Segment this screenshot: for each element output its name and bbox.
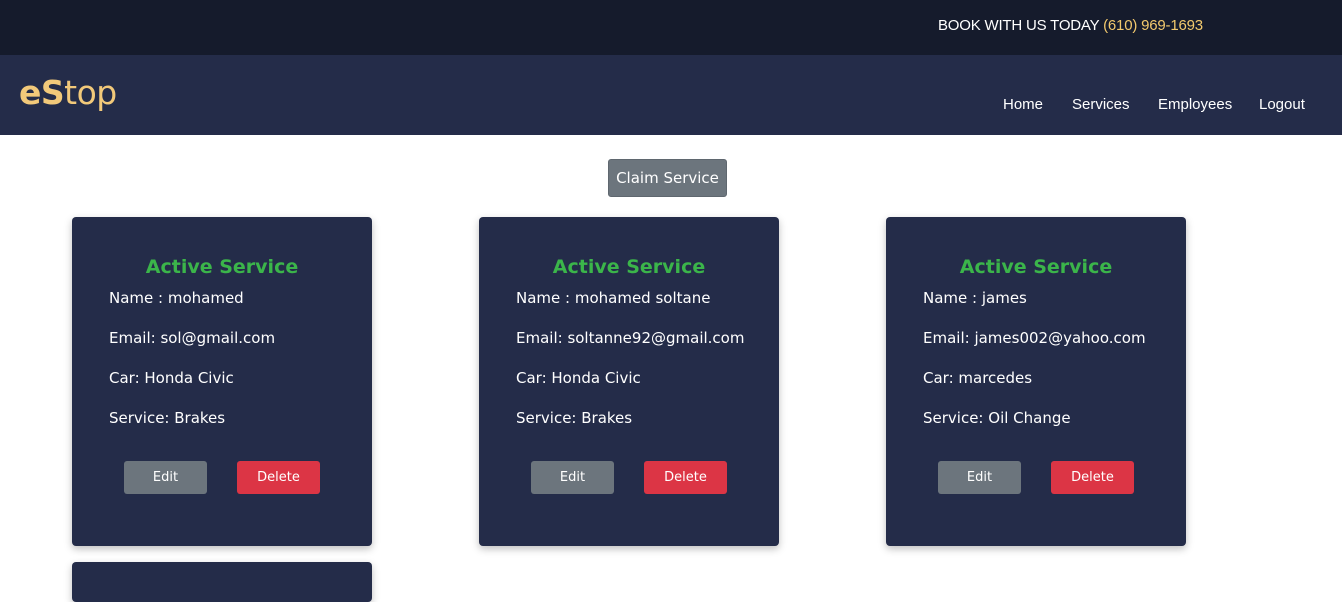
service-type: Service: Brakes <box>109 409 226 427</box>
edit-button[interactable]: Edit <box>124 461 207 494</box>
delete-button[interactable]: Delete <box>644 461 727 494</box>
edit-button[interactable]: Edit <box>938 461 1021 494</box>
customer-email: Email: james002@yahoo.com <box>923 329 1146 347</box>
nav-logout[interactable]: Logout <box>1259 96 1305 113</box>
delete-button[interactable]: Delete <box>237 461 320 494</box>
customer-car: Car: Honda Civic <box>109 369 234 387</box>
card-title: Active Service <box>552 256 706 278</box>
customer-name: Name : mohamed soltane <box>516 289 711 307</box>
card-title: Active Service <box>959 256 1113 278</box>
edit-button[interactable]: Edit <box>531 461 614 494</box>
logo-rest: top <box>64 73 117 112</box>
claim-service-button[interactable]: Claim Service <box>608 159 727 197</box>
card-title: Active Service <box>145 256 299 278</box>
service-type: Service: Brakes <box>516 409 633 427</box>
service-card: Active Service Name : mohamed soltane Em… <box>479 217 779 546</box>
service-card: Active Service Name : james Email: james… <box>886 217 1186 546</box>
delete-button[interactable]: Delete <box>1051 461 1134 494</box>
booking-banner: BOOK WITH US TODAY (610) 969-1693 <box>938 17 1203 34</box>
booking-text: BOOK WITH US TODAY <box>938 17 1104 34</box>
phone-number[interactable]: (610) 969-1693 <box>1103 17 1203 34</box>
logo-bold: eS <box>19 73 65 112</box>
nav-home[interactable]: Home <box>1003 96 1043 113</box>
nav-employees[interactable]: Employees <box>1158 96 1232 113</box>
customer-car: Car: marcedes <box>923 369 1033 387</box>
service-type: Service: Oil Change <box>923 409 1071 427</box>
customer-name: Name : mohamed <box>109 289 244 307</box>
customer-name: Name : james <box>923 289 1027 307</box>
top-bar: BOOK WITH US TODAY (610) 969-1693 <box>0 0 1342 55</box>
brand-logo[interactable]: eStop <box>19 73 117 112</box>
customer-car: Car: Honda Civic <box>516 369 641 387</box>
service-card-partial <box>72 562 372 602</box>
customer-email: Email: sol@gmail.com <box>109 329 276 347</box>
navbar: eStop Home Services Employees Logout <box>0 55 1342 135</box>
customer-email: Email: soltanne92@gmail.com <box>516 329 745 347</box>
service-card: Active Service Name : mohamed Email: sol… <box>72 217 372 546</box>
nav-services[interactable]: Services <box>1072 96 1130 113</box>
